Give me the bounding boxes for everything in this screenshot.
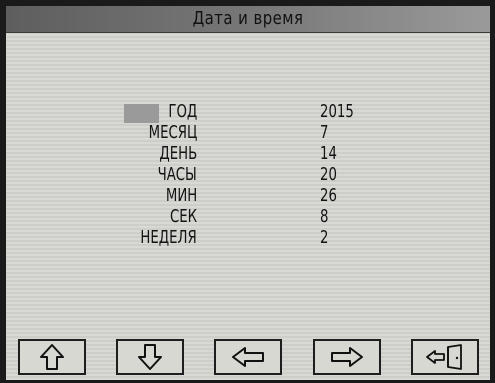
selection-cursor <box>124 104 159 123</box>
field-value-minutes[interactable]: 26 <box>320 186 337 206</box>
field-label-week[interactable]: НЕДЕЛЯ <box>141 228 197 248</box>
title-bar: Дата и время <box>6 6 490 33</box>
lcd-screen: Дата и время ГОД МЕСЯЦ ДЕНЬ ЧАСЫ МИН СЕК… <box>6 6 490 380</box>
arrow-right-icon <box>331 347 363 367</box>
field-value-seconds[interactable]: 8 <box>320 207 328 227</box>
arrow-down-icon <box>138 344 162 370</box>
field-label-minutes[interactable]: МИН <box>166 186 197 206</box>
field-value-day[interactable]: 14 <box>320 144 337 164</box>
arrow-up-icon <box>40 344 64 370</box>
field-value-hours[interactable]: 20 <box>320 165 337 185</box>
field-label-seconds[interactable]: СЕК <box>170 207 197 227</box>
down-button[interactable] <box>116 339 184 375</box>
field-label-day[interactable]: ДЕНЬ <box>159 144 197 164</box>
exit-button[interactable] <box>411 339 479 375</box>
left-button[interactable] <box>214 339 282 375</box>
field-value-year[interactable]: 2015 <box>320 102 354 122</box>
up-button[interactable] <box>18 339 86 375</box>
field-label-year[interactable]: ГОД <box>168 102 197 122</box>
arrow-left-icon <box>232 347 264 367</box>
field-value-week[interactable]: 2 <box>320 228 328 248</box>
field-value-month[interactable]: 7 <box>320 123 328 143</box>
page-title: Дата и время <box>192 8 304 29</box>
field-label-hours[interactable]: ЧАСЫ <box>158 165 197 185</box>
right-button[interactable] <box>313 339 381 375</box>
exit-door-icon <box>426 344 462 370</box>
field-label-month[interactable]: МЕСЯЦ <box>148 123 197 143</box>
